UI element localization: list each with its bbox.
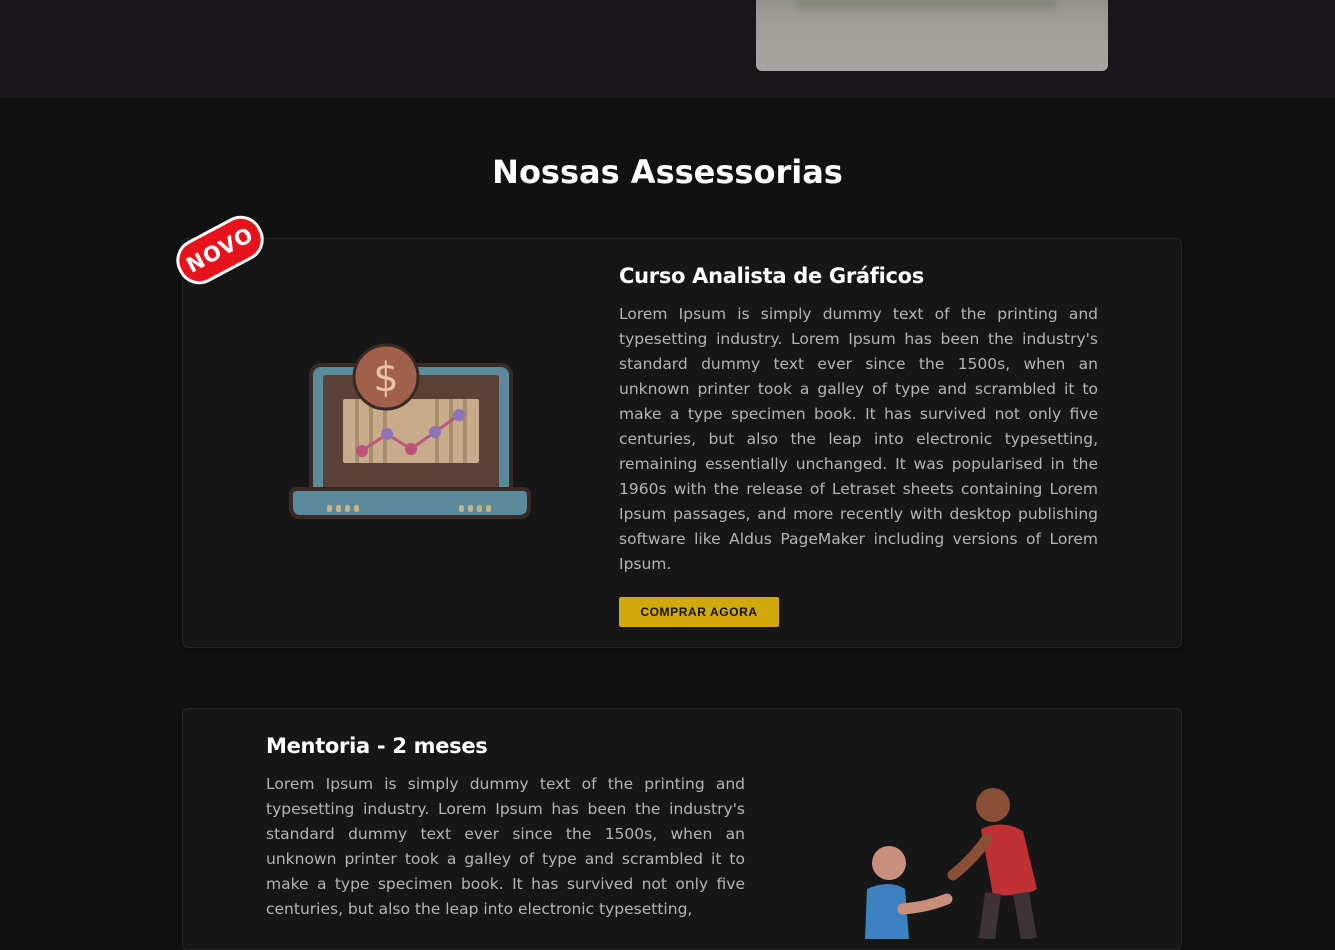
course-card: $ Curso Analista de Gráficos Lorem Ipsum… xyxy=(182,238,1182,648)
hero-image-detail xyxy=(796,0,1056,8)
card-description: Lorem Ipsum is simply dummy text of the … xyxy=(619,305,1098,573)
hero-image xyxy=(756,0,1108,71)
card-title: Mentoria - 2 meses xyxy=(266,734,488,758)
hero-band xyxy=(0,0,1335,98)
card-title: Curso Analista de Gráficos xyxy=(619,264,925,288)
card-description: Lorem Ipsum is simply dummy text of the … xyxy=(266,775,745,918)
laptop-chart-dollar-icon: $ xyxy=(289,343,531,519)
mentoring-people-icon xyxy=(865,788,1037,939)
svg-text:$: $ xyxy=(373,355,398,401)
buy-now-button[interactable]: COMPRAR AGORA xyxy=(619,597,779,627)
mentoring-card: Mentoria - 2 meses Lorem Ipsum is simply… xyxy=(182,708,1182,950)
section-title: Nossas Assessorias xyxy=(492,153,843,191)
